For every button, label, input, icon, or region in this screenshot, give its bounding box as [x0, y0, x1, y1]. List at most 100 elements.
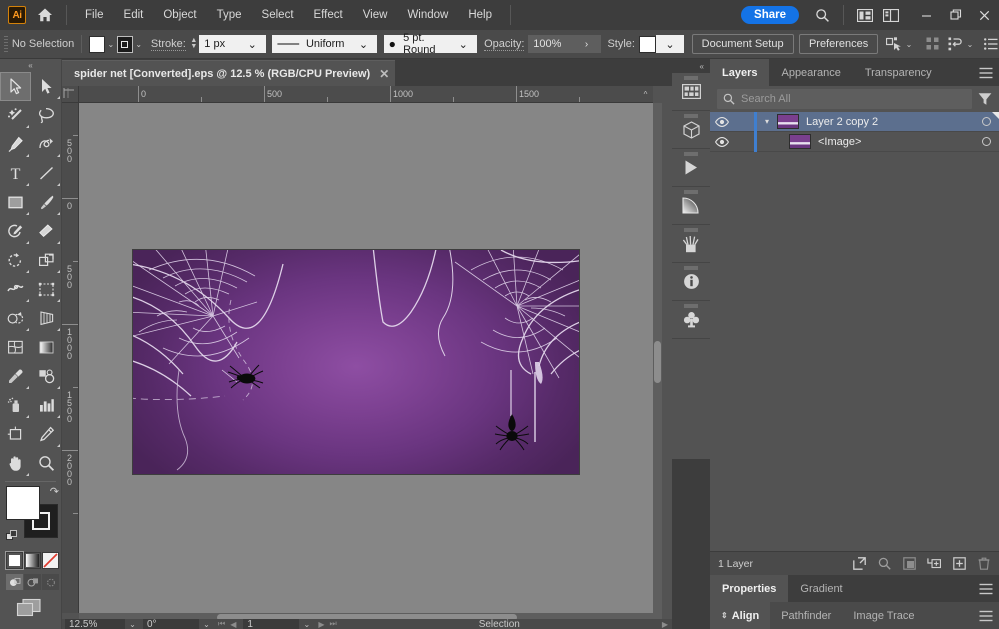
symbol-sprayer-tool[interactable]: [0, 391, 31, 420]
symbols-icon[interactable]: [672, 301, 710, 339]
none-swatch-button[interactable]: [42, 552, 59, 569]
arrange-documents-icon[interactable]: [852, 2, 878, 28]
rotate-tool[interactable]: [0, 246, 31, 275]
gradient-tool[interactable]: [31, 333, 62, 362]
panel-menu-icon[interactable]: [973, 59, 999, 86]
target-circle-icon[interactable]: [973, 137, 999, 146]
stroke-profile-field[interactable]: Uniform: [272, 35, 349, 53]
mesh-tool[interactable]: [0, 333, 31, 362]
draw-behind-button[interactable]: [24, 574, 41, 590]
stroke-weight-stepper[interactable]: ▲▼: [190, 38, 197, 50]
shape-builder-tool[interactable]: [0, 304, 31, 333]
curvature-tool[interactable]: [31, 130, 62, 159]
make-clipping-mask-icon[interactable]: [902, 557, 916, 571]
brush-definition-field[interactable]: 5 pt. Round: [384, 35, 450, 53]
scale-tool[interactable]: [31, 246, 62, 275]
next-artboard-icon[interactable]: ▶: [318, 620, 324, 629]
graphic-style-swatch[interactable]: [639, 36, 656, 53]
lasso-tool[interactable]: [31, 101, 62, 130]
filter-icon[interactable]: [978, 92, 992, 106]
document-tab[interactable]: spider net [Converted].eps @ 12.5 % (RGB…: [62, 60, 395, 86]
tab-gradient[interactable]: Gradient: [788, 575, 854, 602]
color-swatch-button[interactable]: [6, 552, 23, 569]
line-segment-tool[interactable]: [31, 159, 62, 188]
magic-wand-tool[interactable]: [0, 101, 31, 130]
release-to-layers-icon[interactable]: [852, 557, 866, 571]
close-button[interactable]: [970, 0, 999, 30]
3d-and-materials-icon[interactable]: [672, 111, 710, 149]
swap-fill-stroke-icon[interactable]: ↷: [50, 485, 59, 498]
fill-chevron-down-icon[interactable]: ⌄: [105, 36, 117, 53]
selection-tool[interactable]: [0, 72, 31, 101]
document-info-icon[interactable]: [672, 263, 710, 301]
collapse-panel-icon[interactable]: «: [0, 59, 61, 72]
menu-file[interactable]: File: [75, 5, 114, 25]
column-graph-tool[interactable]: [31, 391, 62, 420]
menu-object[interactable]: Object: [153, 5, 206, 25]
minimize-button[interactable]: [912, 0, 941, 30]
ruler-menu-icon[interactable]: ^: [638, 86, 653, 103]
brushes-icon[interactable]: [672, 225, 710, 263]
blend-tool[interactable]: [31, 362, 62, 391]
status-expand[interactable]: ▶: [658, 620, 672, 629]
layer-name[interactable]: <Image>: [818, 136, 973, 148]
hand-tool[interactable]: [0, 449, 31, 478]
tab-properties[interactable]: Properties: [710, 575, 788, 602]
tab-transparency[interactable]: Transparency: [853, 59, 944, 86]
canvas-area[interactable]: [79, 103, 653, 613]
stroke-profile-chevron-down-icon[interactable]: ⌄: [349, 35, 377, 53]
last-artboard-icon[interactable]: ⏭: [330, 619, 337, 629]
rotation-chevron-down-icon[interactable]: ⌄: [199, 620, 214, 629]
menu-type[interactable]: Type: [207, 5, 252, 25]
layers-search-box[interactable]: [717, 89, 972, 109]
fill-color-control[interactable]: [6, 486, 40, 520]
ruler-origin[interactable]: [62, 86, 79, 103]
locate-object-icon[interactable]: [877, 557, 891, 571]
opacity-expand-icon[interactable]: ›: [573, 35, 601, 53]
change-screen-mode-icon[interactable]: [16, 598, 61, 618]
tab-pathfinder[interactable]: Pathfinder: [770, 602, 842, 629]
shaper-tool[interactable]: [0, 217, 31, 246]
workspace-switcher-icon[interactable]: [878, 2, 904, 28]
slice-tool[interactable]: [31, 420, 62, 449]
direct-selection-tool[interactable]: [31, 72, 62, 101]
stroke-color-swatch[interactable]: [117, 36, 133, 53]
libraries-icon[interactable]: [672, 73, 710, 111]
home-icon[interactable]: [32, 2, 58, 28]
style-chevron-down-icon[interactable]: ⌄: [656, 35, 684, 53]
distribute-chevron-down-icon[interactable]: ⌄: [964, 36, 976, 53]
gradient-swatch-button[interactable]: [24, 552, 41, 569]
rectangle-tool[interactable]: [0, 188, 31, 217]
menu-edit[interactable]: Edit: [114, 5, 154, 25]
menu-window[interactable]: Window: [397, 5, 458, 25]
layer-row-image[interactable]: <Image>: [710, 132, 999, 152]
free-transform-tool[interactable]: [31, 275, 62, 304]
create-new-layer-icon[interactable]: [952, 557, 966, 571]
menu-select[interactable]: Select: [252, 5, 304, 25]
paintbrush-tool[interactable]: [31, 188, 62, 217]
brush-chevron-down-icon[interactable]: ⌄: [449, 35, 477, 53]
type-tool[interactable]: T: [0, 159, 31, 188]
layer-name[interactable]: Layer 2 copy 2: [806, 116, 973, 128]
zoom-tool[interactable]: [31, 449, 62, 478]
more-options-icon[interactable]: [982, 34, 999, 54]
eraser-tool[interactable]: [31, 217, 62, 246]
layer-row-layer-2-copy-2[interactable]: ▾ Layer 2 copy 2: [710, 112, 999, 132]
opacity-value[interactable]: 100%: [528, 35, 572, 53]
fill-color-swatch[interactable]: [89, 36, 105, 53]
collapse-panels-icon[interactable]: «: [672, 59, 710, 73]
select-similar-objects-icon[interactable]: [886, 34, 903, 54]
first-artboard-icon[interactable]: ⏮: [218, 619, 225, 629]
gradient-icon[interactable]: [672, 187, 710, 225]
canvas-vertical-scrollbar[interactable]: [653, 103, 662, 613]
default-fill-stroke-icon[interactable]: [6, 530, 19, 543]
horizontal-ruler[interactable]: 0 500 1000 1500 2000 2500 ^: [79, 86, 653, 103]
search-icon[interactable]: [809, 2, 835, 28]
preferences-button[interactable]: Preferences: [799, 34, 878, 54]
tab-image-trace[interactable]: Image Trace: [842, 602, 925, 629]
perspective-grid-tool[interactable]: [31, 304, 62, 333]
artboard-number-field[interactable]: 1: [243, 619, 299, 629]
artboard-tool[interactable]: [0, 420, 31, 449]
status-text[interactable]: Selection: [341, 619, 658, 629]
panel-menu-icon[interactable]: [973, 602, 999, 629]
